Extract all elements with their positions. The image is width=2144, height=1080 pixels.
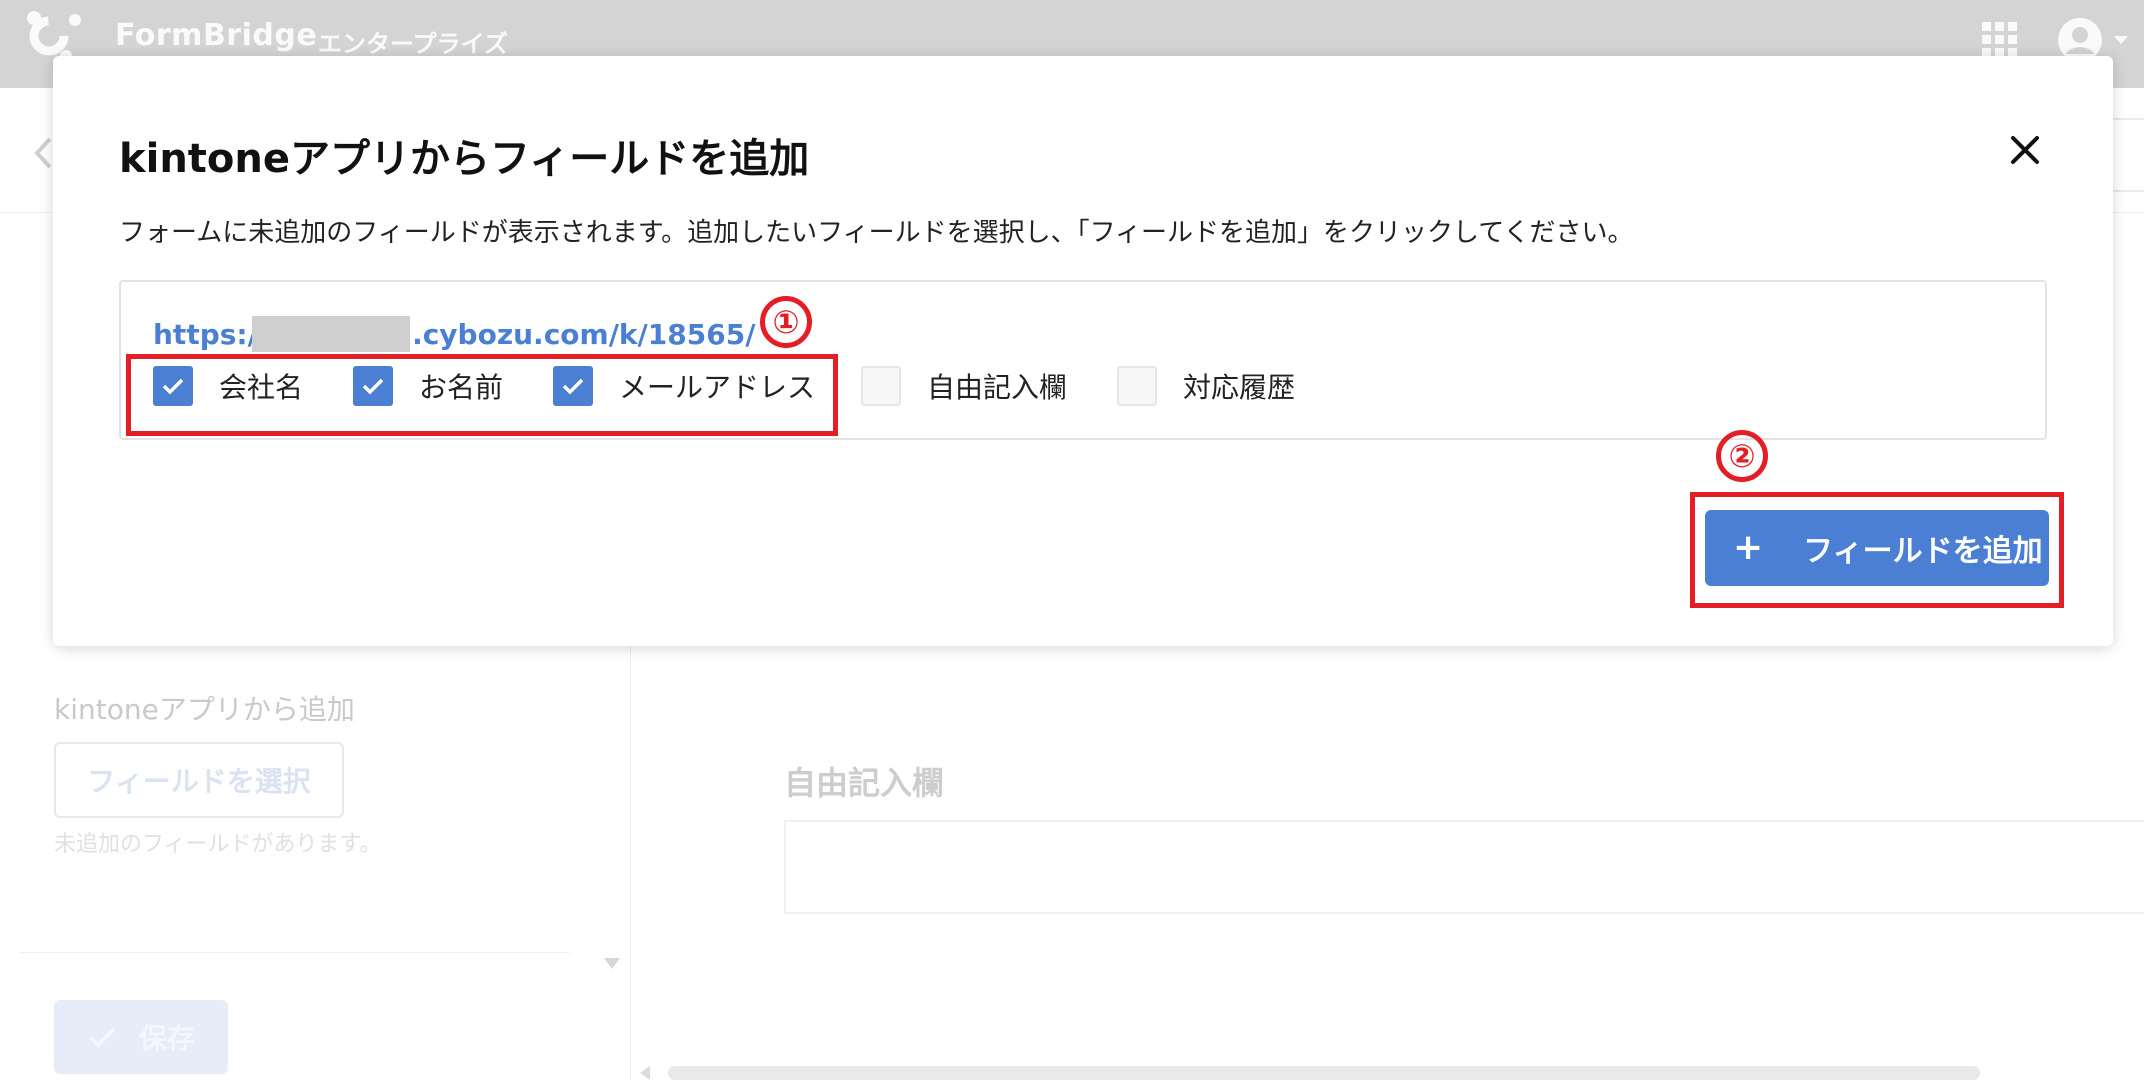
sidebar-kintone-label: kintoneアプリから追加: [54, 693, 355, 726]
field-label: 自由記入欄: [927, 371, 1068, 404]
apps-grid-icon[interactable]: [1982, 22, 2018, 58]
field-checkbox-history[interactable]: 対応履歴: [1117, 364, 1295, 408]
select-fields-button[interactable]: フィールドを選択: [54, 742, 344, 818]
kintone-app-link[interactable]: https:// .cybozu.com/k/18565/: [153, 316, 755, 352]
panel-divider: [630, 640, 631, 1080]
annotation-step2-badge: ②: [1716, 430, 1768, 482]
close-icon[interactable]: [2003, 128, 2047, 172]
checkbox-unchecked[interactable]: [1117, 366, 1157, 406]
app-url-suffix: .cybozu.com/k/18565/: [412, 318, 756, 351]
caret-down-icon[interactable]: [604, 958, 620, 969]
field-label: 対応履歴: [1183, 371, 1296, 404]
modal-title: kintoneアプリからフィールドを追加: [119, 136, 810, 182]
annotation-box-step1: [126, 354, 838, 436]
scroll-left-arrow[interactable]: [640, 1066, 650, 1080]
save-button[interactable]: 保存: [54, 1000, 228, 1074]
chevron-left-icon[interactable]: [32, 136, 54, 170]
field-checkbox-free-text[interactable]: 自由記入欄: [861, 364, 1067, 408]
field-title: 自由記入欄: [784, 764, 945, 802]
checkbox-unchecked[interactable]: [861, 366, 901, 406]
sidebar-note: 未追加のフィールドがあります。: [54, 832, 382, 857]
modal-description: フォームに未追加のフィールドが表示されます。追加したいフィールドを選択し、「フィ…: [119, 218, 1634, 248]
annotation-step1-badge: ①: [760, 296, 812, 348]
edition-label: エンタープライズ: [318, 30, 508, 58]
check-icon: [88, 1027, 116, 1048]
annotation-box-step2: [1690, 492, 2064, 608]
chevron-down-icon[interactable]: [2112, 34, 2130, 46]
horizontal-scrollbar[interactable]: [668, 1066, 1980, 1080]
app-url-prefix: https://: [153, 318, 269, 351]
save-button-label: 保存: [138, 1022, 195, 1055]
brand-name: FormBridge: [115, 18, 318, 53]
field-input-area[interactable]: [784, 820, 2144, 914]
redacted-subdomain: [252, 316, 411, 352]
sidebar-divider: [20, 952, 570, 953]
